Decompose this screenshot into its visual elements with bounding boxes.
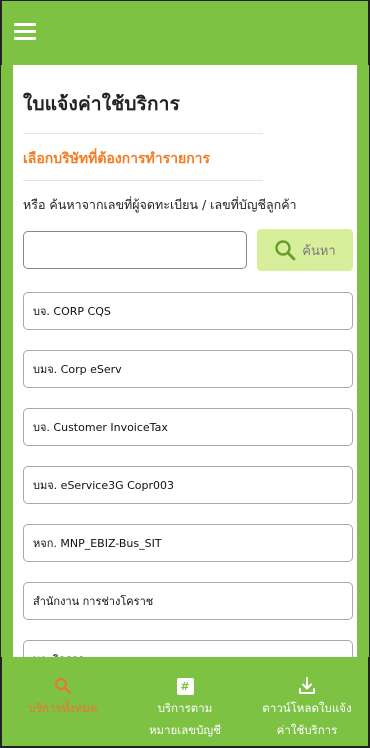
- company-item-label: บจ. Customer InvoiceTax: [33, 421, 168, 434]
- company-item[interactable]: บมจ. Corp eServ: [23, 350, 353, 388]
- company-list: บจ. CORP CQS บมจ. Corp eServ บจ. Custome…: [23, 292, 353, 659]
- search-icon: [55, 678, 72, 695]
- section-label: เลือกบริษัทที่ต้องการทำรายการ: [23, 151, 211, 167]
- company-item-label: สำนักงาน การช่างโคราช: [33, 595, 154, 608]
- section-divider: [23, 180, 263, 181]
- download-icon: [299, 677, 315, 694]
- search-input[interactable]: [23, 231, 247, 269]
- tab-services-by-account[interactable]: # บริการตาม หมายเลขบัญชี: [124, 657, 246, 746]
- tab-label-line1: ดาวน์โหลดใบแจ้ง: [262, 701, 352, 715]
- tab-label: บริการทั้งหมด: [28, 701, 98, 715]
- tab-label-line1: บริการตาม: [157, 701, 213, 715]
- company-item[interactable]: บจ. CORP CQS: [23, 292, 353, 330]
- tab-download-invoice[interactable]: ดาวน์โหลดใบแจ้ง ค่าใช้บริการ: [246, 657, 368, 746]
- bottom-nav-bar: บริการทั้งหมด # บริการตาม หมายเลขบัญชี ด…: [1, 657, 369, 747]
- company-item-label: บมจ. eService3G Copr003: [33, 479, 175, 492]
- top-app-bar: [1, 1, 369, 65]
- search-row: ค้นหา: [23, 229, 353, 271]
- hash-icon: #: [176, 677, 194, 695]
- page-title: ใบแจ้งค่าใช้บริการ: [23, 93, 180, 115]
- app-frame: ใบแจ้งค่าใช้บริการ เลือกบริษัทที่ต้องการ…: [0, 0, 370, 748]
- hamburger-menu-icon[interactable]: [14, 23, 36, 41]
- search-icon: [275, 240, 296, 261]
- search-button[interactable]: ค้นหา: [257, 229, 353, 271]
- company-item-label: บจ. CORP CQS: [33, 305, 111, 318]
- title-divider: [23, 133, 263, 134]
- company-item[interactable]: บจ. Customer InvoiceTax: [23, 408, 353, 446]
- main-content: ใบแจ้งค่าใช้บริการ เลือกบริษัทที่ต้องการ…: [1, 65, 369, 659]
- company-item[interactable]: หจก. MNP_EBIZ-Bus_SIT: [23, 524, 353, 562]
- search-button-label: ค้นหา: [302, 242, 336, 258]
- company-item[interactable]: บมจ. eService3G Copr003: [23, 466, 353, 504]
- company-item-label: หจก. MNP_EBIZ-Bus_SIT: [33, 537, 162, 550]
- company-item[interactable]: สำนักงาน การช่างโคราช: [23, 582, 353, 620]
- tab-all-services[interactable]: บริการทั้งหมด: [2, 657, 124, 746]
- company-item-label: บมจ. Corp eServ: [33, 363, 122, 376]
- tab-label-line2: หมายเลขบัญชี: [148, 723, 222, 737]
- tab-label-line2: ค่าใช้บริการ: [276, 723, 338, 737]
- search-hint: หรือ ค้นหาจากเลขที่ผู้จดทะเบียน / เลขที่…: [23, 197, 297, 212]
